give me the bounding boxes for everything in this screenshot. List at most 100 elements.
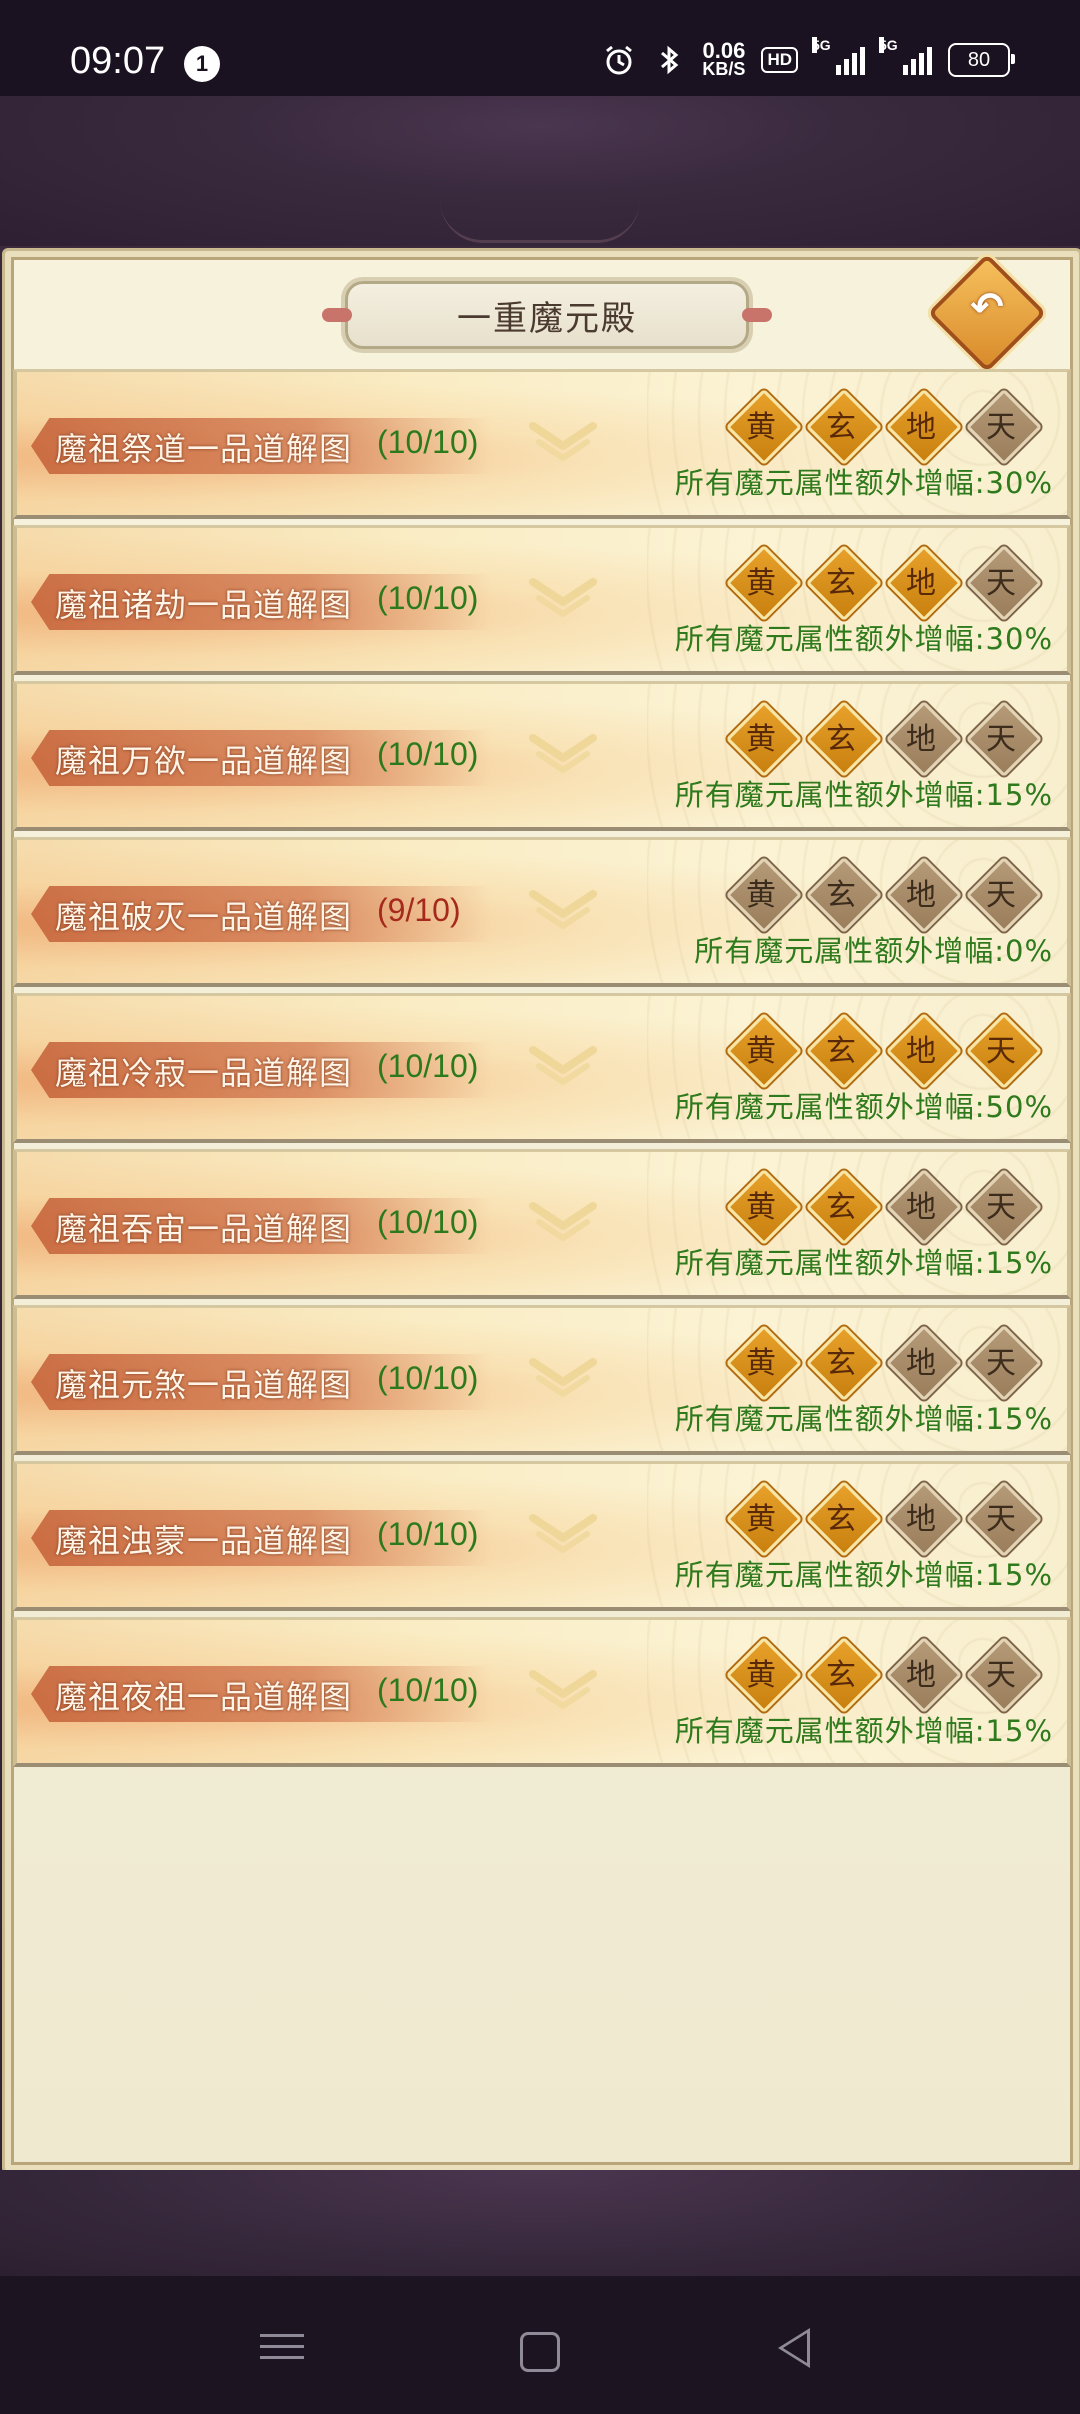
grade-badge-label: 黄 [746, 410, 776, 445]
grade-badge: 地 [885, 1168, 963, 1246]
plaque-pin-right [742, 308, 772, 322]
status-time: 09:07 [70, 40, 166, 82]
grade-badge: 天 [965, 1168, 1043, 1246]
network-speed: 0.06 KB/S [702, 38, 746, 79]
grade-badges: 黄玄 地 天 [725, 700, 1067, 778]
grade-badge-label: 玄 [826, 1658, 856, 1693]
back-nav-icon[interactable] [778, 2328, 810, 2368]
chevron-down-icon[interactable] [523, 1504, 603, 1564]
grade-badges: 黄玄地天 [725, 856, 1067, 934]
row-name: 魔祖浊蒙一品道解图 [55, 1522, 353, 1560]
grade-badge-label: 黄 [746, 1502, 776, 1537]
grade-badge: 黄 [725, 1168, 803, 1246]
battery-level: 80 [967, 48, 991, 71]
grade-badge-label: 天 [986, 1658, 1016, 1693]
grade-badge: 黄 [725, 1012, 803, 1090]
grade-badge: 玄 [805, 1480, 883, 1558]
grade-badge: 天 [965, 1012, 1043, 1090]
illustration-row[interactable]: 魔祖夜祖一品道解图 (10/10) 黄 玄 地 天所有魔元属性额外增幅:15% [13, 1617, 1071, 1767]
grade-badge-label: 天 [986, 410, 1016, 445]
grade-badge-label: 地 [906, 722, 936, 757]
home-icon[interactable] [520, 2332, 560, 2372]
row-name: 魔祖元煞一品道解图 [55, 1366, 353, 1404]
row-progress: (10/10) [377, 1048, 479, 1084]
grade-badge: 地 [885, 1480, 963, 1558]
grade-badge-label: 天 [986, 566, 1016, 601]
grade-badge: 玄 [805, 1012, 883, 1090]
illustration-row[interactable]: 魔祖浊蒙一品道解图 (10/10) 黄 玄 地 天所有魔元属性额外增幅:15% [13, 1461, 1071, 1611]
grade-badge-label: 地 [906, 1658, 936, 1693]
chevron-down-icon[interactable] [523, 724, 603, 784]
chevron-down-icon[interactable] [523, 880, 603, 940]
grade-badge: 黄 [725, 1636, 803, 1714]
row-bonus-text: 所有魔元属性额外增幅:15% [674, 1246, 1053, 1280]
illustration-row[interactable]: 魔祖破灭一品道解图 (9/10) 黄 玄 地 天所有魔元属性额外增幅:0% [13, 837, 1071, 987]
grade-badge: 天 [965, 1480, 1043, 1558]
illustration-list: 魔祖祭道一品道解图 (10/10) 黄玄地天所有魔元属性额外增幅:30% 魔祖诸劫一品… [13, 369, 1071, 1773]
grade-badge-label: 天 [986, 722, 1016, 757]
row-bonus-text: 所有魔元属性额外增幅:15% [674, 778, 1053, 812]
grade-badges: 黄玄地天 [725, 1480, 1067, 1558]
grade-badge-label: 黄 [746, 566, 776, 601]
grade-badges: 黄玄地天 [725, 544, 1067, 622]
row-bonus-text: 所有魔元属性额外增幅:50% [674, 1090, 1053, 1124]
row-name: 魔祖冷寂一品道解图 [55, 1054, 353, 1092]
signal-strength-icon-2: 5G [879, 37, 932, 75]
grade-badge: 地 [885, 700, 963, 778]
row-name: 魔祖夜祖一品道解图 [55, 1678, 353, 1716]
grade-badge: 天 [965, 856, 1043, 934]
grade-badge: 地 [885, 1636, 963, 1714]
grade-badge-label: 玄 [826, 1034, 856, 1069]
grade-badge: 玄 [805, 1636, 883, 1714]
grade-badge: 黄 [725, 1324, 803, 1402]
row-progress: (10/10) [377, 580, 479, 616]
row-name: 魔祖破灭一品道解图 [55, 898, 353, 936]
grade-badge: 黄 [725, 700, 803, 778]
illustration-row[interactable]: 魔祖元煞一品道解图 (10/10) 黄 玄 地 天所有魔元属性额外增幅:15% [13, 1305, 1071, 1455]
row-progress: (10/10) [377, 1516, 479, 1552]
grade-badge: 天 [965, 388, 1043, 466]
grade-badge: 玄 [805, 856, 883, 934]
row-name: 魔祖万欲一品道解图 [55, 742, 353, 780]
chevron-down-icon[interactable] [523, 568, 603, 628]
signal-1-label: 5G [812, 37, 831, 53]
grade-badge-label: 黄 [746, 1658, 776, 1693]
illustration-row[interactable]: 魔祖万欲一品道解图 (10/10) 黄 玄 地 天所有魔元属性额外增幅:15% [13, 681, 1071, 831]
grade-badge-label: 玄 [826, 722, 856, 757]
grade-badge-label: 玄 [826, 1190, 856, 1225]
grade-badge-label: 天 [986, 1502, 1016, 1537]
grade-badge: 地 [885, 1012, 963, 1090]
chevron-down-icon[interactable] [523, 1348, 603, 1408]
recent-apps-icon[interactable] [260, 2326, 304, 2370]
illustration-row[interactable]: 魔祖冷寂一品道解图 (10/10) 黄 玄 地 天所有魔元属性额外增幅:50% [13, 993, 1071, 1143]
grade-badge-label: 天 [986, 1346, 1016, 1381]
illustration-row[interactable]: 魔祖诸劫一品道解图 (10/10) 黄 玄 地 天所有魔元属性额外增幅:30% [13, 525, 1071, 675]
grade-badges: 黄玄地天 [725, 1324, 1067, 1402]
grade-badge: 玄 [805, 700, 883, 778]
grade-badge-label: 天 [986, 878, 1016, 913]
illustration-row[interactable]: 魔祖祭道一品道解图 (10/10) 黄 玄 地 天所有魔元属性额外增幅:30% [13, 369, 1071, 519]
grade-badges: 黄玄地天 [725, 388, 1067, 466]
page-title: 一重魔元殿 [457, 298, 637, 339]
chevron-down-icon[interactable] [523, 1192, 603, 1252]
network-speed-unit: KB/S [702, 59, 746, 79]
grade-badge: 地 [885, 1324, 963, 1402]
row-progress: (10/10) [377, 424, 479, 460]
illustration-row[interactable]: 魔祖吞宙一品道解图 (10/10) 黄 玄 地 天所有魔元属性额外增幅:15% [13, 1149, 1071, 1299]
bluetooth-icon [661, 45, 679, 75]
ornament-flourish [440, 200, 640, 243]
row-bonus-text: 所有魔元属性额外增幅:15% [674, 1402, 1053, 1436]
grade-badge-label: 地 [906, 1190, 936, 1225]
grade-badge-label: 地 [906, 410, 936, 445]
grade-badge-label: 地 [906, 566, 936, 601]
chevron-down-icon[interactable] [523, 1036, 603, 1096]
chevron-down-icon[interactable] [523, 412, 603, 472]
row-progress: (9/10) [377, 892, 461, 928]
grade-badge: 玄 [805, 1168, 883, 1246]
network-speed-value: 0.06 [702, 38, 746, 63]
row-progress: (10/10) [377, 1672, 479, 1708]
back-button[interactable]: ↶ [927, 253, 1047, 373]
grade-badge-label: 玄 [826, 878, 856, 913]
row-progress: (10/10) [377, 1204, 479, 1240]
chevron-down-icon[interactable] [523, 1660, 603, 1720]
